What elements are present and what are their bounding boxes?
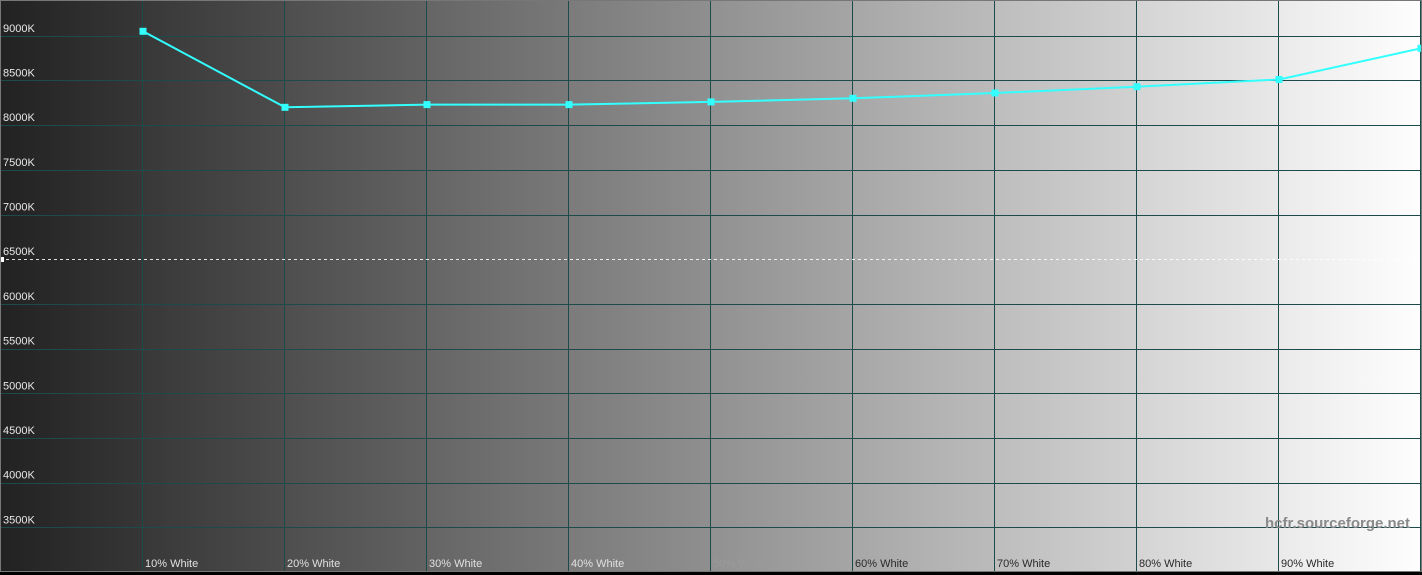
- y-tick-label: 4500K: [3, 425, 35, 437]
- x-tick-label: 40% White: [571, 558, 624, 570]
- y-tick-label: 4000K: [3, 470, 35, 482]
- data-point: [423, 101, 431, 109]
- band-9: [1278, 0, 1420, 572]
- chart-container: 3500K 4000K 4500K 5000K 5500K 6000K 6500K 7000K…: [0, 0, 1422, 575]
- data-point: [565, 101, 573, 109]
- x-tick-label: 20% White: [287, 558, 340, 570]
- band-0: [0, 0, 142, 572]
- data-point: [281, 103, 289, 111]
- x-tick-label: 80% White: [1139, 558, 1192, 570]
- band-1: [142, 0, 284, 572]
- y-tick-label: 6500K: [3, 246, 35, 258]
- band-6: [852, 0, 994, 572]
- x-tick-label: 10% White: [145, 558, 198, 570]
- y-tick-label: 6000K: [3, 291, 35, 303]
- y-tick-label: 8000K: [3, 112, 35, 124]
- y-tick-label: 8500K: [3, 67, 35, 79]
- y-tick-label: 5500K: [3, 336, 35, 348]
- x-tick-label: 60% White: [855, 558, 908, 570]
- band-2: [284, 0, 426, 572]
- data-point: [849, 94, 857, 102]
- x-tick-label: 90% White: [1281, 558, 1334, 570]
- x-tick-label: 70% White: [997, 558, 1050, 570]
- band-3: [426, 0, 568, 572]
- y-tick-label: 5000K: [3, 380, 35, 392]
- x-axis-ticks: 10% White 20% White 30% White 40% White 50% …: [145, 558, 1334, 570]
- y-tick-label: 9000K: [3, 23, 35, 35]
- watermark-text: hcfr.sourceforge.net: [1265, 515, 1410, 532]
- y-tick-label: 3500K: [3, 514, 35, 526]
- x-tick-label: 30% White: [429, 558, 482, 570]
- y-tick-label: 7500K: [3, 157, 35, 169]
- band-7: [994, 0, 1136, 572]
- y-tick-label: 7000K: [3, 202, 35, 214]
- data-point: [1275, 76, 1283, 83]
- data-point: [991, 89, 999, 97]
- band-5: [710, 0, 852, 572]
- cct-chart: 3500K 4000K 4500K 5000K 5500K 6000K 6500K 7000K…: [0, 0, 1422, 572]
- data-point: [139, 27, 147, 35]
- data-point: [707, 98, 715, 106]
- data-point: [1133, 83, 1141, 91]
- band-4: [568, 0, 710, 572]
- x-tick-label: 50% White: [713, 558, 766, 570]
